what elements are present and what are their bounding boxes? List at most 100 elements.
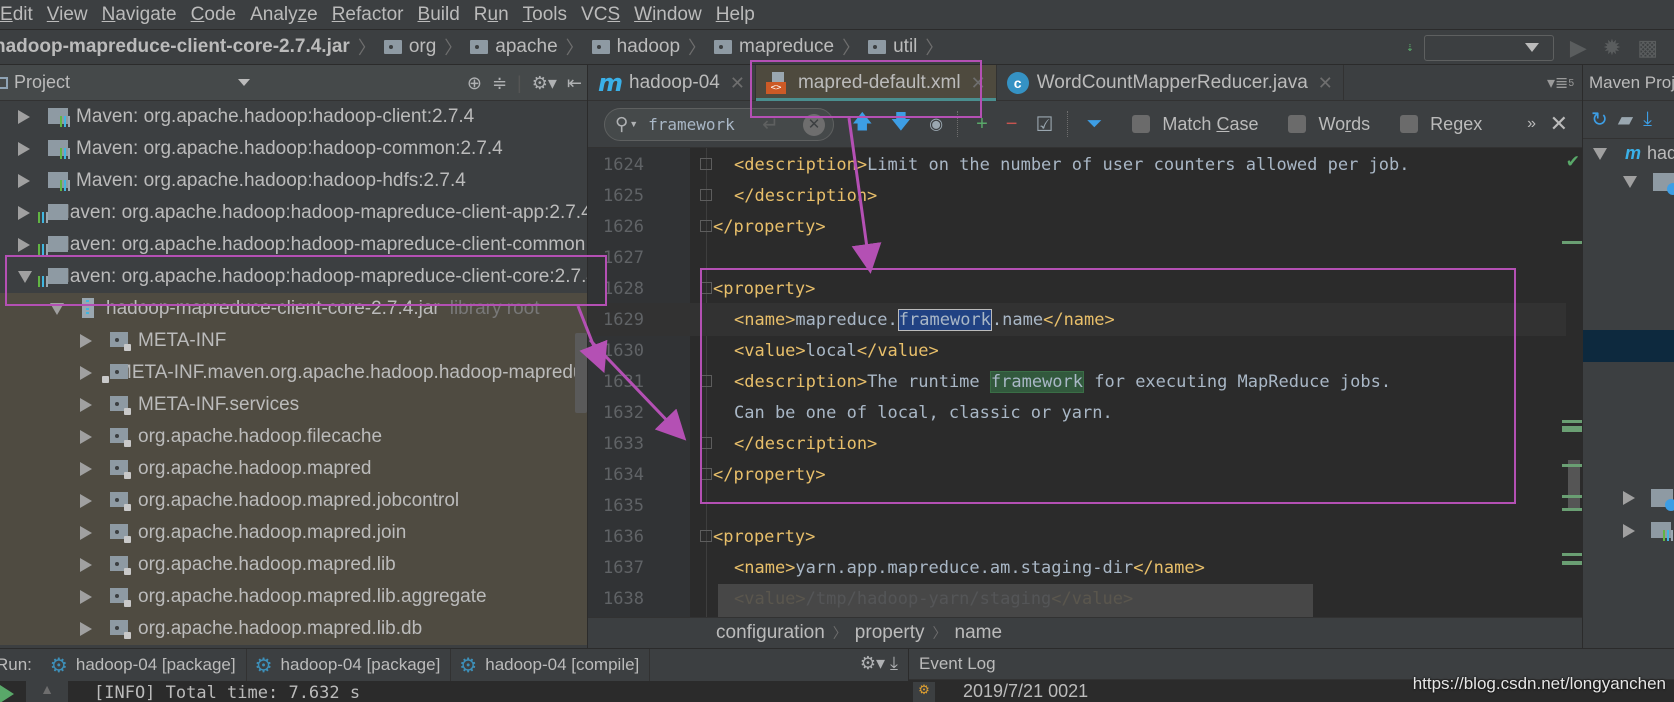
fold-marker-icon[interactable] [700, 189, 712, 201]
menu-item-run[interactable]: Run [474, 4, 509, 26]
search-history-dropdown-icon[interactable]: ▼ [629, 119, 638, 129]
expand-arrow-icon[interactable] [80, 622, 92, 636]
expand-arrow-icon[interactable] [80, 462, 92, 476]
tree-node[interactable]: org.apache.hadoop.filecache [0, 421, 587, 453]
menu-item-code[interactable]: Code [191, 4, 236, 26]
tab-list-button[interactable]: ▾≣ 5 [1547, 65, 1574, 101]
expand-arrow-icon[interactable] [80, 558, 92, 572]
tree-node[interactable]: META-INF.maven.org.apache.hadoop.hadoop-… [0, 357, 587, 389]
expand-arrow-icon[interactable] [1623, 524, 1635, 538]
expand-arrow-icon[interactable] [80, 430, 92, 444]
collapse-all-icon[interactable]: ≑ [492, 73, 507, 94]
run-icon[interactable]: ▶ [1570, 35, 1587, 61]
rerun-icon[interactable] [0, 685, 14, 702]
filter-icon[interactable]: ⏷ [1086, 113, 1102, 136]
maven-dependencies-node[interactable] [1623, 521, 1674, 541]
editor-scrollbar-thumb[interactable] [1568, 460, 1580, 510]
menu-item-build[interactable]: Build [418, 4, 460, 26]
scroll-from-source-icon[interactable]: ⊕ [467, 73, 482, 94]
code-line[interactable]: 1624 <description>Limit on the number of … [588, 148, 1582, 181]
gear-icon[interactable]: ⚙▾ [532, 73, 557, 94]
nav-crumb[interactable]: util [868, 36, 917, 58]
occurrence-marker[interactable] [1562, 420, 1582, 423]
maven-plugins-node[interactable] [1623, 489, 1674, 511]
tree-node[interactable]: org.apache.hadoop.mapred.lib [0, 549, 587, 581]
nav-crumb[interactable]: org [383, 36, 436, 58]
menu-item-view[interactable]: View [47, 4, 88, 26]
occurrence-marker[interactable] [1562, 508, 1582, 511]
tree-node[interactable]: org.apache.hadoop.mapred.join [0, 517, 587, 549]
project-scrollbar[interactable] [575, 333, 587, 413]
maven-lifecycle-node[interactable] [1623, 173, 1674, 195]
fold-marker-icon[interactable] [700, 158, 712, 170]
expand-arrow-icon[interactable] [1623, 491, 1635, 505]
xml-breadcrumb-item[interactable]: name [955, 622, 1003, 644]
menu-item-vcs[interactable]: VCS [581, 4, 620, 26]
tree-node[interactable]: META-INF.services [0, 389, 587, 421]
run-tab[interactable]: ⚙ hadoop-04 [package] [42, 649, 247, 681]
checkbox-match-case[interactable]: Match Case [1132, 114, 1258, 135]
menu-item-navigate[interactable]: Navigate [102, 4, 177, 26]
close-icon[interactable]: ✕ [1318, 73, 1333, 94]
tree-node[interactable]: org.apache.hadoop.mapred [0, 453, 587, 485]
occurrence-marker[interactable] [1562, 464, 1582, 467]
code-line[interactable]: 1636 <property> [588, 520, 1582, 553]
menu-item-tools[interactable]: Tools [523, 4, 567, 26]
build-sort-icon[interactable]: ⇣ [1406, 41, 1414, 54]
menu-item-refactor[interactable]: Refactor [332, 4, 404, 26]
project-view-selector[interactable]: Project [0, 72, 70, 93]
expand-arrow-icon[interactable] [1593, 147, 1607, 160]
expand-arrow-icon[interactable] [1623, 176, 1637, 188]
checkbox-box[interactable] [1288, 115, 1307, 133]
debug-bug-icon[interactable]: ✹ [1603, 35, 1621, 61]
tree-node[interactable]: Maven: org.apache.hadoop:hadoop-client:2… [0, 101, 587, 133]
expand-arrow-icon[interactable] [80, 398, 92, 412]
occurrence-marker[interactable] [1562, 426, 1582, 432]
exclude-occurrence-icon[interactable]: ☑ [1035, 112, 1053, 137]
xml-breadcrumb-item[interactable]: property [855, 622, 925, 644]
close-find-bar-button[interactable]: ✕ [1550, 111, 1568, 137]
tree-node[interactable]: META-INF [0, 325, 587, 357]
tree-node[interactable]: Maven: org.apache.hadoop:hadoop-hdfs:2.7… [0, 165, 587, 197]
tree-node[interactable]: org.apache.hadoop.mapred.jobcontrol [0, 485, 587, 517]
menu-item-window[interactable]: Window [634, 4, 702, 26]
nav-crumb[interactable]: mapreduce [714, 36, 834, 58]
expand-arrow-icon[interactable] [18, 142, 30, 156]
xml-breadcrumb-item[interactable]: configuration [716, 622, 825, 644]
search-input[interactable] [648, 114, 759, 134]
tree-node[interactable]: Maven: org.apache.hadoop:hadoop-mapreduc… [0, 197, 587, 229]
expand-arrow-icon[interactable] [18, 206, 30, 220]
scroll-up-icon[interactable]: ▲ [26, 681, 68, 702]
nav-crumb[interactable]: hadoop-mapreduce-client-core-2.7.4.jar [0, 36, 350, 58]
code-line[interactable]: 1625 </description> [588, 179, 1582, 212]
generate-sources-icon[interactable]: ▰ [1618, 107, 1633, 132]
tree-node[interactable]: org.apache.hadoop.mapred.lib.aggregate [0, 581, 587, 613]
event-settings-icon[interactable]: ⚙ [913, 682, 935, 702]
remove-occurrence-icon[interactable]: − [1006, 113, 1018, 136]
code-line[interactable]: 1637 <name>yarn.app.mapreduce.am.staging-… [588, 551, 1582, 584]
fold-marker-icon[interactable] [700, 220, 712, 232]
error-stripe[interactable]: ✔ [1562, 148, 1582, 617]
tree-node[interactable]: Maven: org.apache.hadoop:hadoop-common:2… [0, 133, 587, 165]
maven-project-root[interactable]: m hadoop-04 [1593, 143, 1674, 164]
more-options-button[interactable]: » [1527, 115, 1536, 133]
expand-arrow-icon[interactable] [80, 334, 92, 348]
close-icon[interactable]: ✕ [730, 73, 745, 94]
expand-arrow-icon[interactable] [18, 238, 30, 252]
tree-node[interactable]: org.apache.hadoop.mapred.lib.db [0, 613, 587, 645]
nav-crumb[interactable]: apache [470, 36, 558, 58]
tab-wordcountmapperreducer-java[interactable]: c WordCountMapperReducer.java ✕ [997, 65, 1344, 101]
download-icon[interactable]: ⤓ [1643, 108, 1652, 131]
reimport-icon[interactable]: ↻ [1591, 107, 1608, 132]
expand-arrow-icon[interactable] [18, 110, 30, 124]
fold-marker-icon[interactable] [700, 530, 712, 542]
expand-arrow-icon[interactable] [18, 174, 30, 188]
checkbox-box[interactable] [1132, 115, 1151, 133]
occurrence-marker[interactable] [1562, 561, 1582, 565]
run-tab[interactable]: ⚙ hadoop-04 [package] [247, 649, 452, 681]
run-tab[interactable]: ⚙ hadoop-04 [compile] [451, 649, 651, 681]
expand-arrow-icon[interactable] [80, 526, 92, 540]
checkbox-box[interactable] [1400, 115, 1419, 133]
search-icon[interactable]: ⚲ [615, 114, 628, 135]
coverage-icon[interactable]: ▩ [1637, 35, 1658, 61]
